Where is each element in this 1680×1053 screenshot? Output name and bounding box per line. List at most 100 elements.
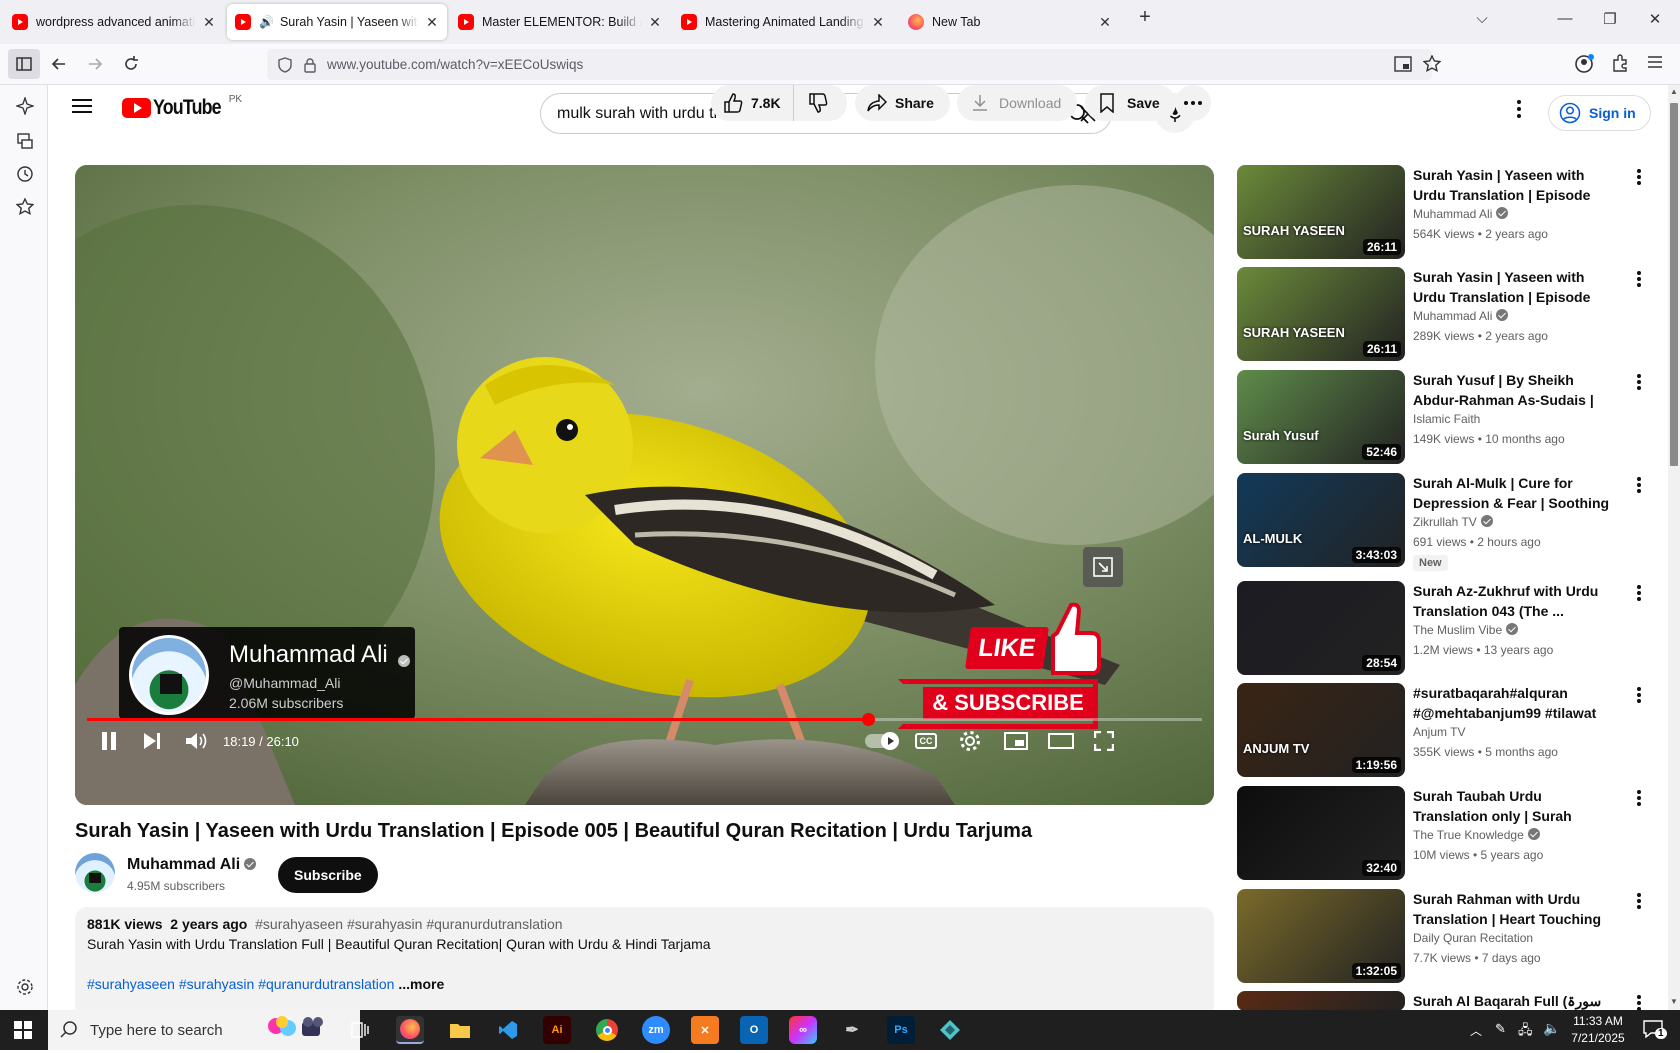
like-button[interactable]: 7.8K [711, 85, 794, 121]
recommendation-thumbnail[interactable]: 32:40 [1237, 786, 1405, 880]
recommendation-item[interactable]: AL-MULK 3:43:03 Surah Al-Mulk | Cure for D… [1237, 473, 1652, 573]
taskbar-search[interactable]: Type here to search [48, 1010, 360, 1050]
recommendation-channel[interactable]: Muhammad Ali [1413, 207, 1509, 221]
youtube-logo[interactable]: YouTube PK [122, 94, 246, 120]
address-bar[interactable]: www.youtube.com/watch?v=xEECoUswiqs [267, 49, 1441, 80]
taskbar-app-diamond-icon[interactable] [936, 1016, 964, 1044]
recommendation-thumbnail[interactable] [1237, 991, 1405, 1010]
subscribe-button[interactable]: Subscribe [278, 857, 378, 893]
recommendation-title[interactable]: Surah Al-Mulk | Cure for Depression & Fe… [1413, 473, 1611, 513]
list-all-tabs-icon[interactable]: ⌵ [1467, 10, 1497, 27]
progress-scrubber[interactable] [861, 713, 875, 726]
extensions-icon[interactable] [1611, 54, 1629, 72]
dislike-button[interactable] [794, 93, 842, 113]
speaker-tray-icon[interactable]: 🔈 [1543, 1020, 1560, 1037]
recommendation-title[interactable]: Surah Yusuf | By Sheikh Abdur-Rahman As-… [1413, 370, 1611, 410]
recommendation-menu-icon[interactable] [1631, 993, 1647, 1010]
channel-name[interactable]: Muhammad Ali [127, 856, 257, 874]
taskbar-zoom-icon[interactable]: zm [642, 1016, 670, 1044]
scroll-down-arrow-icon[interactable]: ▼ [1670, 997, 1678, 1006]
recommendation-channel[interactable]: Muhammad Ali [1413, 309, 1509, 323]
settings-kebab-icon[interactable] [1517, 100, 1521, 118]
recommendation-item[interactable]: SURAH YASEEN 26:11 Surah Yasin | Yaseen wi… [1237, 165, 1652, 265]
recommendation-menu-icon[interactable] [1631, 891, 1647, 911]
taskbar-illustrator-icon[interactable]: Ai [543, 1016, 571, 1044]
bookmark-star-icon[interactable] [1423, 55, 1441, 73]
history-icon[interactable] [16, 165, 34, 183]
menu-hamburger-icon[interactable] [1647, 55, 1663, 69]
tab-new-tab[interactable]: New Tab ✕ [900, 4, 1120, 40]
recommendation-menu-icon[interactable] [1631, 269, 1647, 289]
taskbar-vscode-icon[interactable] [494, 1016, 522, 1044]
taskbar-outlook-icon[interactable]: O [740, 1016, 768, 1044]
recommendation-title[interactable]: #suratbaqarah#alquran #@mehtabanjum99 #t… [1413, 683, 1611, 723]
tab-animated-landing[interactable]: Mastering Animated Landing Page ✕ [673, 4, 893, 40]
recommendation-item[interactable]: 1:32:05 Surah Rahman with Urdu Translatio… [1237, 889, 1652, 989]
sign-in-button[interactable]: Sign in [1548, 95, 1651, 131]
tracking-shield-icon[interactable] [277, 56, 293, 73]
captions-icon[interactable]: CC [915, 733, 937, 749]
recommendation-thumbnail[interactable]: SURAH YASEEN 26:11 [1237, 267, 1405, 361]
tab-wordpress[interactable]: wordpress advanced animation ✕ [4, 4, 224, 40]
settings-gear-icon[interactable] [959, 730, 981, 752]
speaker-icon[interactable]: 🔊 [259, 15, 274, 29]
miniplayer-icon[interactable] [1004, 732, 1028, 750]
lock-icon[interactable] [303, 57, 317, 73]
channel-card-overlay[interactable]: Muhammad Ali @Muhammad_Ali 2.06M subscri… [119, 627, 415, 719]
back-icon[interactable] [50, 55, 68, 73]
recommendation-item[interactable]: ANJUM TV 1:19:56 #suratbaqarah#alquran #@m… [1237, 683, 1652, 783]
recommendation-channel[interactable]: Anjum TV [1413, 725, 1465, 739]
bookmarks-icon[interactable] [16, 198, 34, 216]
channel-avatar[interactable] [75, 853, 115, 893]
recommendation-title[interactable]: Surah Az-Zukhruf with Urdu Translation 0… [1413, 581, 1611, 621]
notifications-button[interactable]: 1 [1643, 1020, 1667, 1042]
description-box[interactable]: 881K views 2 years ago #surahyaseen #sur… [75, 907, 1214, 1010]
pause-icon[interactable] [101, 731, 117, 751]
network-icon[interactable]: 🖧 [1518, 1021, 1533, 1043]
sidebar-settings-icon[interactable] [16, 978, 34, 996]
taskbar-xampp-icon[interactable]: ✕ [691, 1016, 719, 1044]
recommendation-thumbnail[interactable]: Surah Yusuf 52:46 [1237, 370, 1405, 464]
taskbar-photoshop-icon[interactable]: Ps [887, 1016, 915, 1044]
close-tab-icon[interactable]: ✕ [202, 14, 216, 31]
system-clock[interactable]: 11:33 AM 7/21/2025 [1563, 1013, 1633, 1047]
next-video-icon[interactable] [143, 732, 161, 750]
taskbar-creative-cloud-icon[interactable]: ∞ [789, 1016, 817, 1044]
reload-icon[interactable] [122, 55, 140, 73]
recommendation-channel[interactable]: Daily Quran Recitation [1413, 931, 1533, 945]
video-player[interactable]: Muhammad Ali @Muhammad_Ali 2.06M subscri… [75, 165, 1214, 805]
recommendation-title[interactable]: Surah Taubah Urdu Translation only | Sur… [1413, 786, 1611, 826]
recommendation-channel[interactable]: The Muslim Vibe [1413, 623, 1519, 637]
more-actions-button[interactable] [1175, 85, 1211, 121]
recommendation-title[interactable]: Surah Rahman with Urdu Translation | Hea… [1413, 889, 1611, 929]
maximize-button[interactable]: ❐ [1595, 10, 1625, 28]
save-button[interactable]: Save [1085, 85, 1176, 121]
sidebar-toggle-icon[interactable] [8, 49, 40, 79]
taskbar-firefox-icon[interactable] [396, 1016, 424, 1044]
recommendation-menu-icon[interactable] [1631, 583, 1647, 603]
guide-menu-icon[interactable] [72, 98, 92, 114]
theater-mode-icon[interactable] [1048, 733, 1074, 749]
tab-surah-yasin[interactable]: 🔊 Surah Yasin | Yaseen with Urdu Transla… [227, 4, 447, 40]
scroll-up-arrow-icon[interactable]: ▲ [1670, 87, 1678, 96]
recommendation-thumbnail[interactable]: ANJUM TV 1:19:56 [1237, 683, 1405, 777]
card-expand-button[interactable] [1083, 547, 1123, 587]
recommendation-item[interactable]: 32:40 Surah Taubah Urdu Translation only … [1237, 786, 1652, 886]
recommendation-item[interactable]: 28:54 Surah Az-Zukhruf with Urdu Translat… [1237, 581, 1652, 681]
recommendation-thumbnail[interactable]: AL-MULK 3:43:03 [1237, 473, 1405, 567]
recommendation-item[interactable]: Surah Yusuf 52:46 Surah Yusuf | By Sheikh … [1237, 370, 1652, 470]
recommendation-menu-icon[interactable] [1631, 167, 1647, 187]
show-hidden-icons-icon[interactable]: ︿ [1470, 1022, 1482, 1039]
taskbar-chrome-icon[interactable] [593, 1016, 621, 1044]
synced-tabs-icon[interactable] [16, 132, 34, 150]
description-hashtags[interactable]: #surahyaseen #surahyasin #quranurdutrans… [87, 976, 394, 992]
recommendation-menu-icon[interactable] [1631, 372, 1647, 392]
close-tab-icon[interactable]: ✕ [425, 14, 439, 31]
close-tab-icon[interactable]: ✕ [648, 14, 662, 31]
recommendation-channel[interactable]: Islamic Faith [1413, 412, 1480, 426]
recommendation-menu-icon[interactable] [1631, 685, 1647, 705]
recommendation-channel[interactable]: Zikrullah TV [1413, 515, 1493, 529]
forward-icon[interactable] [86, 55, 104, 73]
close-tab-icon[interactable]: ✕ [871, 14, 885, 31]
account-icon[interactable] [1574, 54, 1594, 74]
